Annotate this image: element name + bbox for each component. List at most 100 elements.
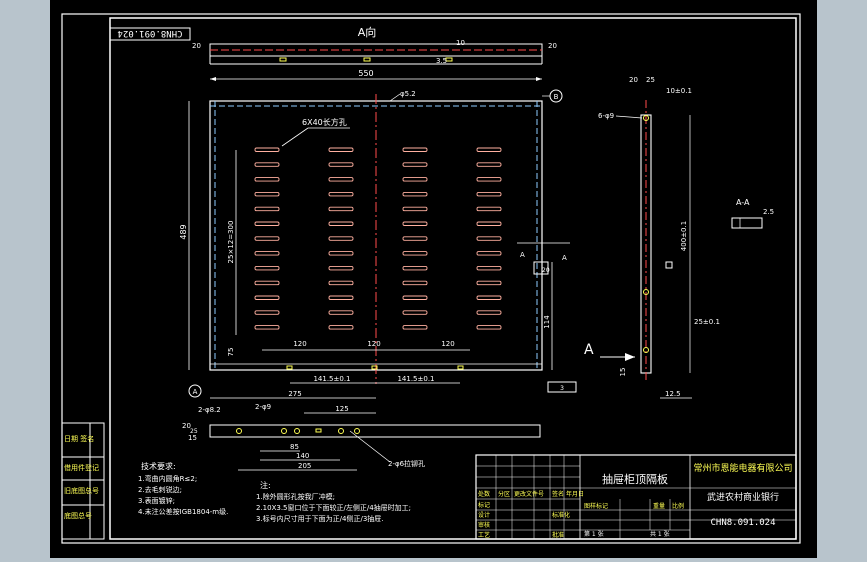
slot <box>402 147 428 152</box>
slot <box>402 206 428 212</box>
dim-114: 114 <box>543 315 551 329</box>
slot <box>402 162 428 167</box>
slot <box>476 147 502 152</box>
slot <box>402 325 428 330</box>
dim-20b: 20 <box>542 267 550 274</box>
slot <box>476 206 502 212</box>
section-label: A-A <box>736 198 750 207</box>
bottom-strip <box>209 424 541 438</box>
callout-slots: 6X40长方孔 <box>302 117 347 127</box>
left-strip-0: 日期 签名 <box>64 434 94 443</box>
slot <box>402 236 428 241</box>
dim-3-5: 3.5 <box>436 57 447 65</box>
side-400: 400±0.1 <box>680 221 688 251</box>
side-15: 15 <box>619 368 627 377</box>
tb-sheet-1: 第 1 张 <box>584 530 604 538</box>
tb-header-2: 更改文件号 <box>514 490 544 498</box>
slot <box>254 265 280 271</box>
slot <box>328 280 354 286</box>
slot <box>476 162 502 167</box>
notes-line-3: 3.标号内尺寸用于下面为正/4侧正/3抽屉. <box>256 514 384 523</box>
slot <box>328 251 354 256</box>
dim-slot-spacing-1: 120 <box>293 340 306 348</box>
dim-75: 75 <box>227 348 235 357</box>
inner-frame <box>109 17 797 540</box>
dim-275: 275 <box>288 390 301 398</box>
dim-slot-spacing-3: 120 <box>441 340 454 348</box>
slot <box>402 265 428 271</box>
callout-bottom-holes: 2-φ6拉铆孔 <box>388 459 425 468</box>
tb-stage-1: 重量 <box>653 502 665 510</box>
slot <box>476 280 502 286</box>
dim-15-left: 15 <box>188 434 197 442</box>
tb-row-4: 标准化 <box>552 511 570 519</box>
tech-req-line-4: 4.未注公差按IGB1804-m级. <box>138 507 228 516</box>
slot <box>328 206 354 212</box>
dim-hole-spacing-1: 141.5±0.1 <box>313 375 350 383</box>
drawing-canvas: CHN8.091.024 A向 20 20 10 3.5 550 6X40长方孔… <box>61 13 801 544</box>
slot <box>254 310 280 315</box>
slot <box>254 191 280 197</box>
slot <box>476 177 502 182</box>
section-2-5: 2.5 <box>763 208 774 216</box>
tb-header-3: 签名 <box>552 490 564 498</box>
dim-slot-spacing-2: 120 <box>367 340 380 348</box>
slot <box>254 206 280 212</box>
slot <box>254 280 280 286</box>
slot <box>328 325 354 330</box>
dim-125: 125 <box>335 405 348 413</box>
dim-height: 489 <box>179 224 188 239</box>
tb-row-0: 标记 <box>478 501 490 509</box>
slot <box>328 162 354 167</box>
left-strip-3: 底图总号 <box>64 511 92 520</box>
slot <box>402 310 428 315</box>
tb-row-5: 批准 <box>552 531 564 539</box>
slot <box>476 191 502 197</box>
rotated-number: CHN8.091.024 <box>117 28 182 38</box>
side-10: 10±0.1 <box>666 87 692 95</box>
slot <box>328 236 354 241</box>
tb-header-4: 年月日 <box>566 490 584 498</box>
left-strip-1: 借用件登记 <box>64 463 99 472</box>
side-25b: 25±0.1 <box>694 318 720 326</box>
slot <box>254 295 280 300</box>
tech-req-line-3: 3.表面镀锌; <box>138 496 175 505</box>
side-12-5: 12.5 <box>665 390 681 398</box>
drawing-number: CHN8.091.024 <box>710 518 775 528</box>
slot <box>476 310 502 315</box>
slot <box>476 295 502 300</box>
callout-bottom-2: 2-φ8.2 <box>198 406 221 414</box>
ref-a: A <box>193 388 198 396</box>
dim-hole-spacing-2: 141.5±0.1 <box>397 375 434 383</box>
dim-slot-pitch: 25×12=300 <box>227 221 235 264</box>
dim-10: 10 <box>456 39 465 47</box>
slot <box>254 147 280 152</box>
tb-header-1: 分区 <box>498 490 510 498</box>
slot <box>476 221 502 226</box>
slot <box>328 295 354 300</box>
dim-205: 205 <box>298 462 311 470</box>
tb-stage-2: 比例 <box>672 502 684 510</box>
ref-b: B <box>554 93 559 101</box>
tb-stage-0: 图样标记 <box>584 502 608 510</box>
tb-header-0: 处数 <box>478 490 490 498</box>
slot <box>328 177 354 182</box>
slot <box>254 236 280 241</box>
dim-25-left: 25 <box>190 428 198 435</box>
slot <box>402 177 428 182</box>
slot <box>402 251 428 256</box>
notes-title: 注: <box>260 480 271 490</box>
tech-req-title: 技术要求: <box>141 461 176 471</box>
slot <box>328 265 354 271</box>
slot <box>402 280 428 286</box>
slot <box>328 310 354 315</box>
slot <box>402 191 428 197</box>
dim-85: 85 <box>290 443 299 451</box>
tech-req-line-2: 2.去毛刺锐边; <box>138 485 182 494</box>
slot <box>476 251 502 256</box>
cut-a-right: A <box>562 254 567 262</box>
drawing-sheet: CHN8.091.024 A向 20 20 10 3.5 550 6X40长方孔… <box>50 0 817 558</box>
slot <box>254 325 280 330</box>
slot <box>476 325 502 330</box>
slot <box>254 162 280 167</box>
